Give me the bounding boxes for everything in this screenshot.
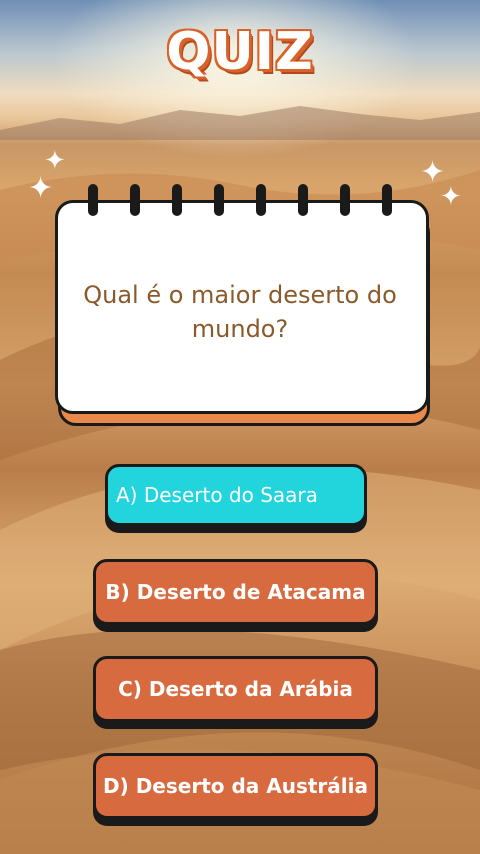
sparkle-icon: ✦ — [28, 171, 54, 206]
binder-ring — [298, 184, 308, 216]
binder-ring — [214, 184, 224, 216]
binder-ring — [340, 184, 350, 216]
binder-ring — [172, 184, 182, 216]
quiz-title: QUIZ — [166, 22, 314, 82]
binder-ring — [256, 184, 266, 216]
sparkle-icon: ✦ — [440, 182, 462, 212]
option-b-button[interactable]: B) Deserto de Atacama — [93, 559, 378, 625]
option-a-button[interactable]: A) Deserto do Saara — [105, 464, 367, 526]
binder-ring — [382, 184, 392, 216]
binder-ring — [130, 184, 140, 216]
option-d-button[interactable]: D) Deserto da Austrália — [93, 753, 378, 819]
option-c-button[interactable]: C) Deserto da Arábia — [93, 656, 378, 722]
question-text: Qual é o maior deserto do mundo? — [83, 281, 397, 343]
binder-ring — [88, 184, 98, 216]
